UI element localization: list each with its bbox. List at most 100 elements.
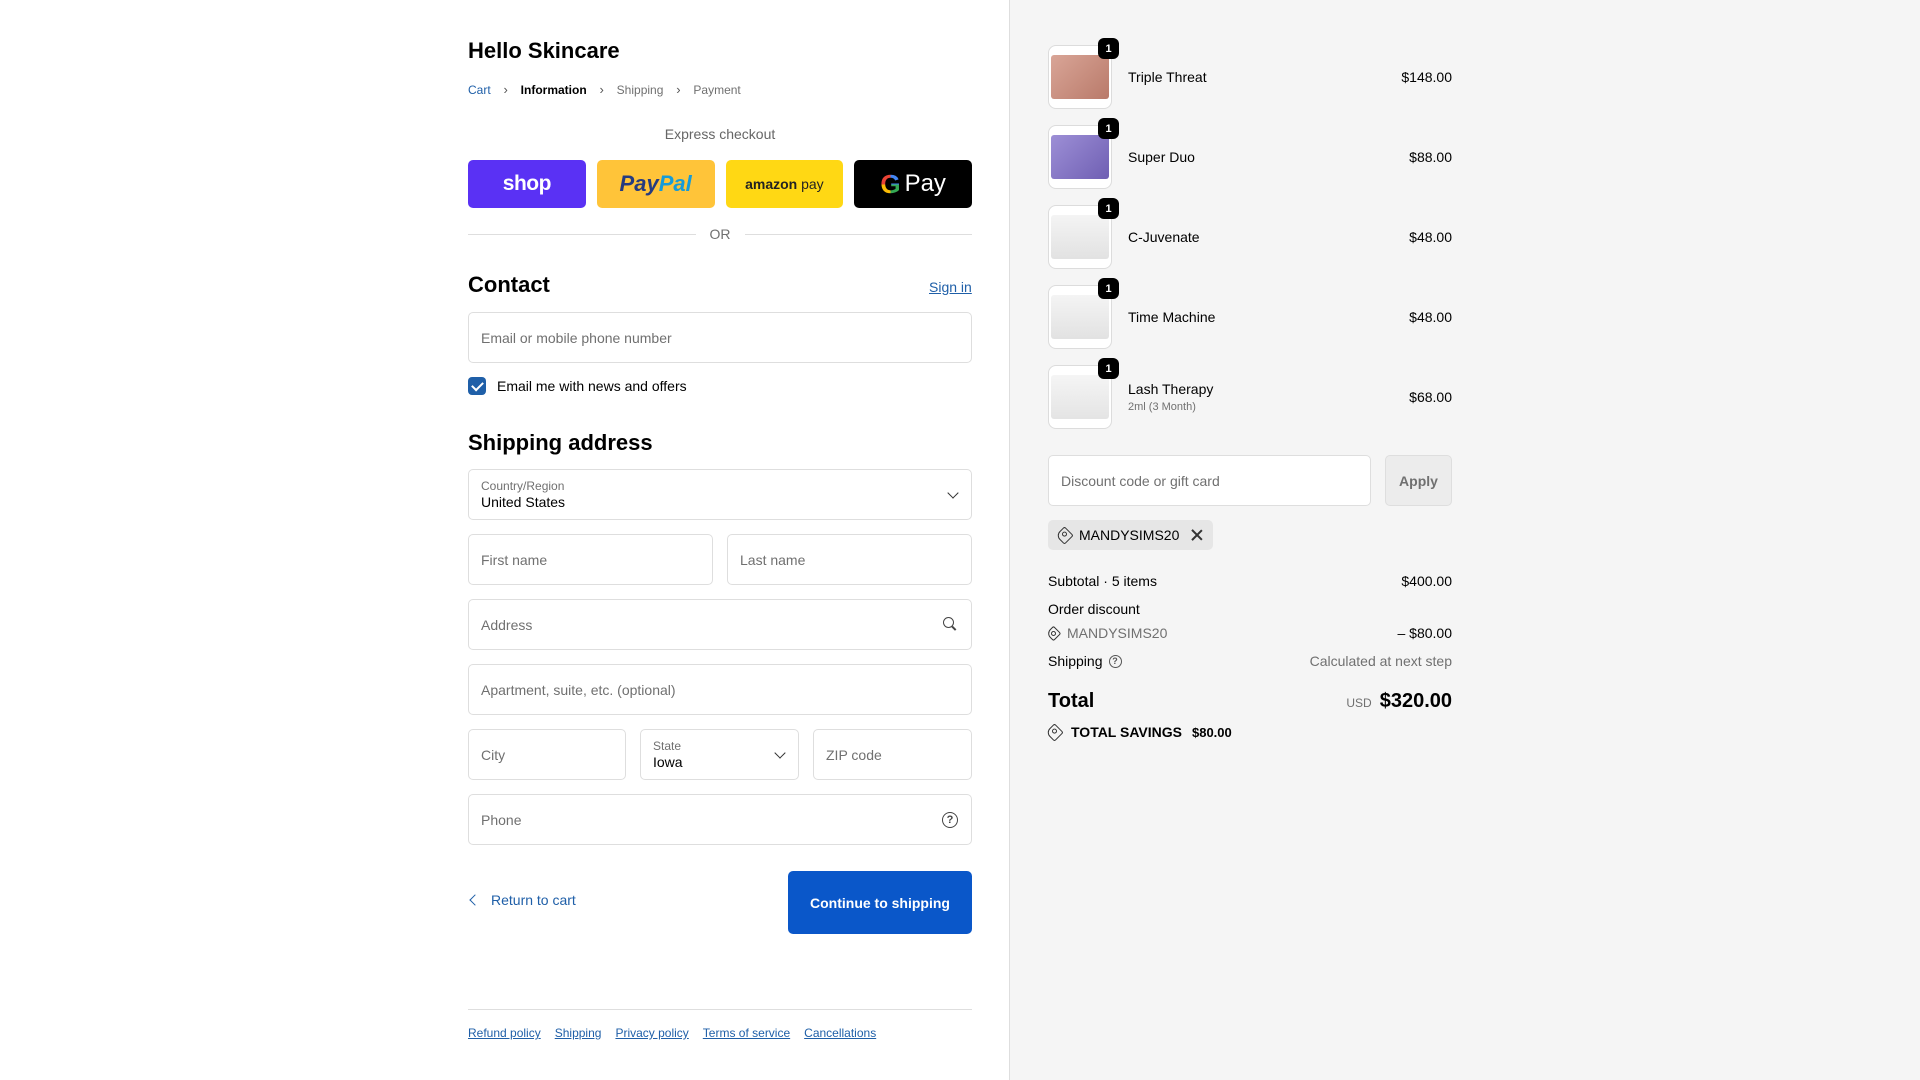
product-thumbnail: 1 [1048,358,1119,429]
total-savings-value: $80.00 [1191,724,1232,740]
quantity-badge: 1 [1098,278,1119,299]
help-icon[interactable]: ? [942,812,958,828]
currency-code: USD [1346,696,1372,710]
continue-to-shipping-button[interactable]: Continue to shipping [788,871,972,934]
privacy-policy-link[interactable]: Privacy policy [615,1026,688,1040]
total-row: Total USD $320.00 [1048,690,1452,713]
breadcrumb-cart[interactable]: Cart [468,83,491,97]
address-field[interactable]: Address [468,599,972,650]
quantity-badge: 1 [1098,198,1119,219]
news-offers-label: Email me with news and offers [497,378,687,394]
product-thumbnail: 1 [1048,278,1119,349]
refund-policy-link[interactable]: Refund policy [468,1026,541,1040]
breadcrumb-shipping: Shipping [616,82,664,97]
chevron-right-icon: › [599,82,604,97]
tag-icon [1045,722,1064,742]
product-thumbnail: 1 [1048,38,1119,109]
store-title: Hello Skincare [468,38,620,63]
product-image [1051,215,1109,259]
phone-field[interactable]: Phone ? [468,794,972,845]
shipping-address-heading: Shipping address [468,430,653,455]
item-name: Time Machine [1128,309,1216,325]
chevron-down-icon [947,487,959,499]
amazon-pay-button[interactable]: amazon pay [725,160,844,208]
shop-pay-button[interactable]: shop [468,160,586,208]
item-name: C-Juvenate [1128,229,1200,245]
last-name-field[interactable]: Last name [727,534,972,585]
state-select[interactable]: State Iowa [640,729,799,780]
terms-of-service-link[interactable]: Terms of service [703,1026,790,1040]
amazon-pay-logo: amazon pay [745,176,824,192]
sign-in-link[interactable]: Sign in [929,279,972,295]
total-savings: TOTAL SAVINGS $80.00 [1045,722,1232,742]
item-name: Lash Therapy [1128,381,1214,397]
google-g-icon: G [880,168,901,199]
order-item: 1 C-Juvenate $48.00 [1048,198,1452,269]
quantity-badge: 1 [1098,38,1119,59]
item-price: $148.00 [1401,69,1452,85]
breadcrumb: Cart › Information › Shipping › Payment [468,82,741,97]
discount-value: – $80.00 [1397,625,1453,641]
total-label: Total [1048,690,1095,712]
applied-code-label: MANDYSIMS20 [1079,527,1180,543]
order-item: 1 Super Duo $88.00 [1048,118,1452,189]
discount-code-label: MANDYSIMS20 [1067,625,1168,641]
return-to-cart-link[interactable]: Return to cart [468,892,576,908]
item-price: $48.00 [1409,309,1452,325]
product-image [1051,135,1109,179]
applied-discount-chip: MANDYSIMS20 [1048,520,1214,550]
email-field[interactable]: Email or mobile phone number [468,312,972,363]
item-name: Super Duo [1128,149,1195,165]
product-image [1051,375,1109,419]
apartment-field[interactable]: Apartment, suite, etc. (optional) [468,664,972,715]
remove-discount-icon[interactable] [1191,529,1203,541]
discount-code-input[interactable]: Discount code or gift card [1048,455,1371,506]
google-pay-button[interactable]: G Pay [854,160,972,208]
footer-divider [468,1009,972,1010]
checkout-main-panel: Hello Skincare Cart › Information › Ship… [0,0,1009,1080]
subtotal-row: Subtotal · 5 items $400.00 [1048,573,1452,589]
subtotal-value: $400.00 [1401,573,1452,589]
item-price: $68.00 [1409,389,1452,405]
tag-icon [1045,625,1062,641]
quantity-badge: 1 [1098,118,1119,139]
item-price: $48.00 [1409,229,1452,245]
product-image [1051,295,1109,339]
breadcrumb-information: Information [520,82,587,97]
product-image [1051,55,1109,99]
express-checkout-label: Express checkout [664,126,776,142]
paypal-button[interactable]: PayPal [596,160,715,208]
cancellations-link[interactable]: Cancellations [804,1026,876,1040]
news-offers-option: Email me with news and offers [468,377,687,395]
total-savings-label: TOTAL SAVINGS [1071,724,1182,740]
chevron-right-icon: › [503,82,508,97]
or-divider: OR [468,226,972,242]
city-field[interactable]: City [468,729,626,780]
order-item: 1 Time Machine $48.00 [1048,278,1452,349]
help-icon[interactable]: ? [1108,654,1122,668]
product-thumbnail: 1 [1048,118,1119,189]
discount-code-row: MANDYSIMS20 – $80.00 [1045,625,1453,641]
item-variant: 2ml (3 Month) [1128,401,1196,413]
item-name: Triple Threat [1128,69,1207,85]
chevron-down-icon [774,747,786,759]
shipping-policy-link[interactable]: Shipping [555,1026,602,1040]
shop-pay-logo: shop [502,172,552,195]
product-thumbnail: 1 [1048,198,1119,269]
news-offers-checkbox[interactable] [468,377,486,395]
first-name-field[interactable]: First name [468,534,713,585]
order-item: 1 Lash Therapy 2ml (3 Month) $68.00 [1048,358,1452,429]
search-icon [943,617,957,631]
zip-field[interactable]: ZIP code [813,729,972,780]
order-discount-row: Order discount [1048,601,1452,617]
tag-icon [1055,525,1074,545]
shipping-label: Shipping [1048,653,1103,669]
breadcrumb-payment: Payment [693,82,741,97]
quantity-badge: 1 [1098,358,1119,379]
item-price: $88.00 [1409,149,1452,165]
footer-links: Refund policy Shipping Privacy policy Te… [468,1026,876,1040]
shipping-row: Shipping ? Calculated at next step [1048,653,1452,669]
country-select[interactable]: Country/Region United States [468,469,972,520]
paypal-logo: PayPal [619,171,692,196]
apply-discount-button[interactable]: Apply [1385,455,1452,506]
